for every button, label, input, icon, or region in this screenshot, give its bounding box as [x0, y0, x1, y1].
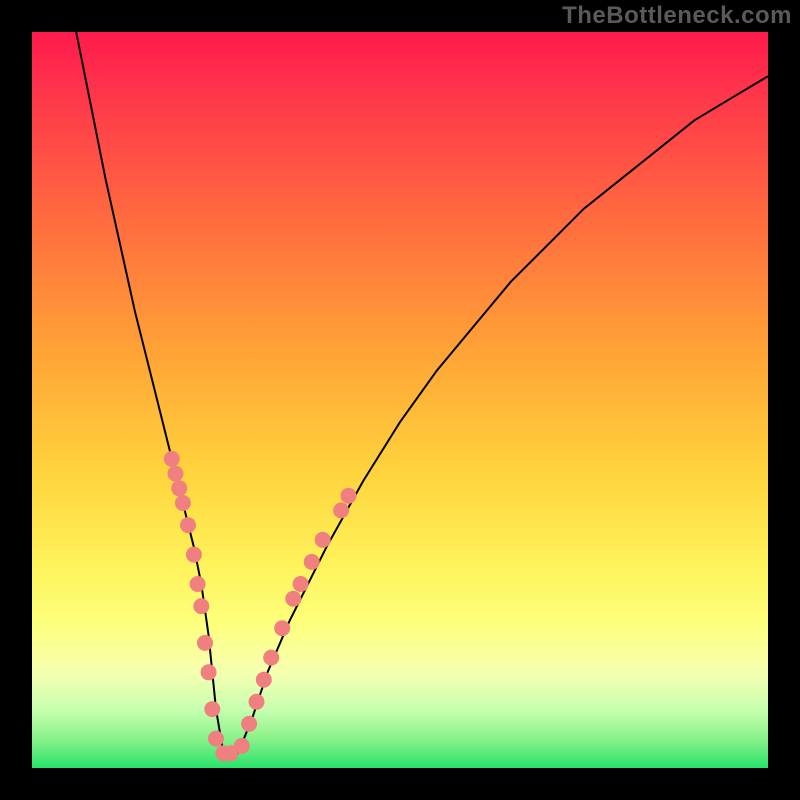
highlighted-points: [164, 451, 357, 761]
marker-dot: [263, 650, 279, 666]
marker-dot: [274, 620, 290, 636]
marker-dot: [190, 576, 206, 592]
marker-dot: [234, 738, 250, 754]
marker-dot: [208, 731, 224, 747]
marker-dot: [186, 547, 202, 563]
marker-dot: [164, 451, 180, 467]
curve-svg: [32, 32, 768, 768]
marker-dot: [293, 576, 309, 592]
plot-area: [32, 32, 768, 768]
marker-dot: [175, 495, 191, 511]
bottleneck-curve: [76, 32, 768, 753]
marker-dot: [241, 716, 257, 732]
marker-dot: [197, 635, 213, 651]
marker-dot: [193, 598, 209, 614]
marker-dot: [341, 488, 357, 504]
marker-dot: [249, 694, 265, 710]
watermark-text: TheBottleneck.com: [562, 2, 792, 30]
marker-dot: [304, 554, 320, 570]
marker-dot: [256, 672, 272, 688]
marker-dot: [171, 480, 187, 496]
marker-dot: [285, 591, 301, 607]
marker-dot: [315, 532, 331, 548]
marker-dot: [204, 701, 220, 717]
chart-frame: TheBottleneck.com: [0, 0, 800, 800]
marker-dot: [333, 502, 349, 518]
marker-dot: [180, 517, 196, 533]
marker-dot: [201, 664, 217, 680]
marker-dot: [168, 466, 184, 482]
